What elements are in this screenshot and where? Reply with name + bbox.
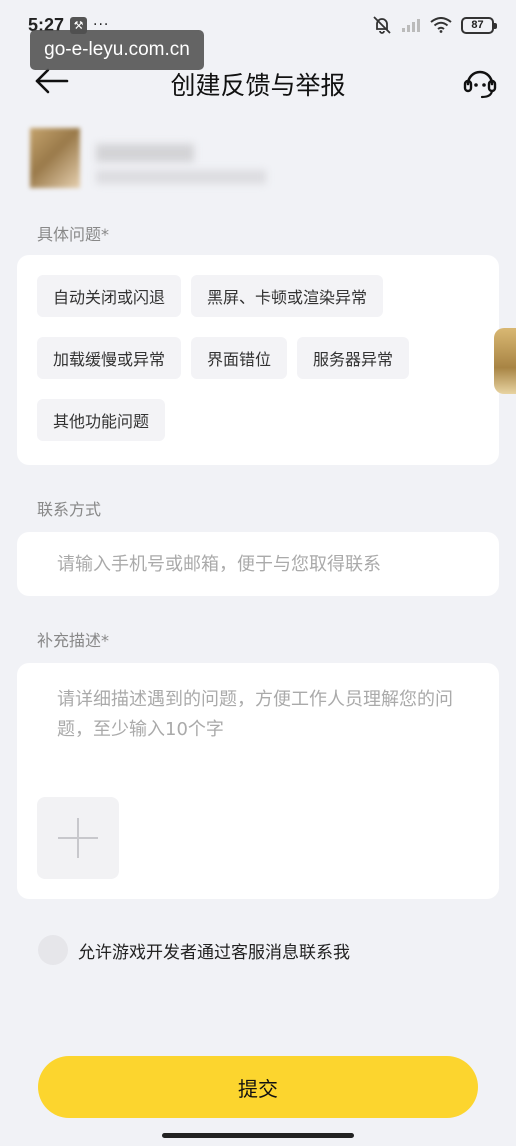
customer-service-button[interactable] <box>462 64 498 100</box>
back-button[interactable] <box>34 66 70 96</box>
consent-option[interactable]: 允许游戏开发者通过客服消息联系我 <box>38 934 350 966</box>
issue-options-card: 自动关闭或闪退 黑屏、卡顿或渲染异常 加载缓慢或异常 界面错位 服务器异常 其他… <box>17 255 499 465</box>
issue-row: 自动关闭或闪退 黑屏、卡顿或渲染异常 <box>37 275 499 317</box>
arrow-left-icon <box>35 68 69 94</box>
floating-side-widget[interactable] <box>494 328 516 394</box>
issue-row: 加载缓慢或异常 界面错位 服务器异常 <box>37 337 499 379</box>
page-title: 创建反馈与举报 <box>170 71 346 100</box>
issue-chip-black-screen[interactable]: 黑屏、卡顿或渲染异常 <box>191 275 384 317</box>
description-textarea[interactable] <box>57 685 459 765</box>
consent-label: 允许游戏开发者通过客服消息联系我 <box>78 942 350 963</box>
description-card <box>17 663 499 899</box>
contact-card <box>17 532 499 596</box>
consent-checkbox[interactable] <box>38 935 68 965</box>
issue-row: 其他功能问题 <box>37 399 499 441</box>
contact-input[interactable] <box>57 553 499 575</box>
wifi-icon <box>430 17 452 33</box>
signal-icon <box>402 19 420 32</box>
contact-section-label: 联系方式 <box>37 500 102 519</box>
account-info <box>30 128 330 194</box>
submit-button[interactable]: 提交 <box>38 1056 478 1118</box>
description-section-label: 补充描述* <box>37 631 110 650</box>
issue-chip-other[interactable]: 其他功能问题 <box>37 399 166 441</box>
issue-chip-slow-loading[interactable]: 加载缓慢或异常 <box>37 337 182 379</box>
home-indicator <box>162 1133 354 1138</box>
issue-chip-server-error[interactable]: 服务器异常 <box>297 337 410 379</box>
issue-section-label: 具体问题* <box>37 225 110 244</box>
customer-service-icon <box>463 70 497 99</box>
status-right: 87 <box>372 15 497 35</box>
watermark: go-e-leyu.com.cn <box>30 30 204 70</box>
account-id-redacted <box>96 170 266 184</box>
issue-chip-crash[interactable]: 自动关闭或闪退 <box>37 275 182 317</box>
add-image-button[interactable] <box>37 797 119 879</box>
avatar <box>30 128 80 188</box>
mute-bell-icon <box>373 16 391 34</box>
battery-indicator: 87 <box>461 16 497 34</box>
plus-icon <box>58 818 98 858</box>
account-name-redacted <box>96 144 194 162</box>
issue-chip-layout-error[interactable]: 界面错位 <box>191 337 288 379</box>
